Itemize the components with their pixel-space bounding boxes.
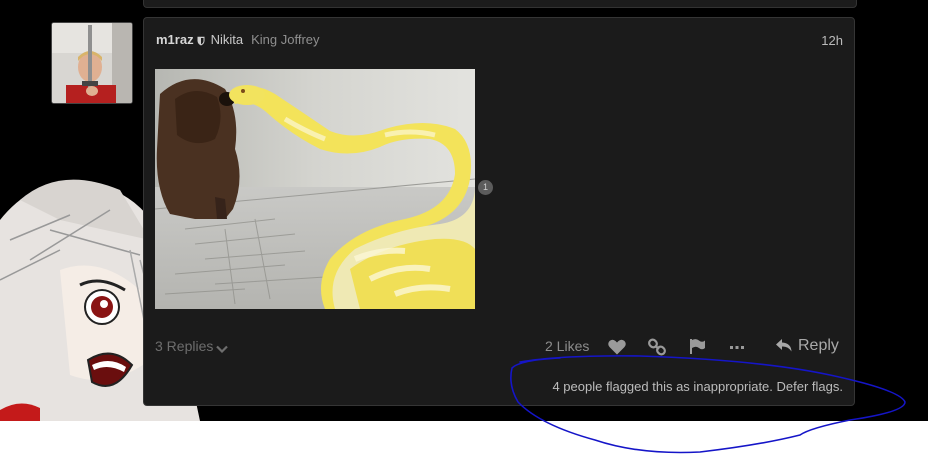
likes-count[interactable]: 2 Likes xyxy=(545,338,589,354)
reply-arrow-icon xyxy=(776,339,792,352)
flag-notice: 4 people flagged this as inappropriate. … xyxy=(552,379,843,394)
post-author-names: m1raz Nikita King Joffrey xyxy=(156,32,320,49)
author-title: King Joffrey xyxy=(251,32,320,47)
replies-toggle[interactable]: 3 Replies xyxy=(155,338,229,354)
page-background: m1raz Nikita King Joffrey 12h 1 3 Replie… xyxy=(0,0,928,421)
reply-label: Reply xyxy=(798,337,839,354)
heart-icon xyxy=(608,339,626,355)
flag-icon xyxy=(690,339,705,354)
flag-button[interactable] xyxy=(686,336,708,358)
post: m1raz Nikita King Joffrey 12h 1 3 Replie… xyxy=(143,17,855,406)
avatar-photo xyxy=(52,23,132,103)
post-timestamp[interactable]: 12h xyxy=(821,33,843,48)
author-full-name[interactable]: Nikita xyxy=(211,32,244,47)
avatar[interactable] xyxy=(51,22,133,104)
ellipsis-icon xyxy=(730,346,744,349)
author-username[interactable]: m1raz xyxy=(156,32,194,47)
share-link-button[interactable] xyxy=(646,336,668,358)
shield-icon xyxy=(197,34,205,49)
post-image[interactable] xyxy=(155,69,475,309)
chevron-down-icon xyxy=(216,345,229,354)
like-button[interactable] xyxy=(606,336,628,358)
reply-button[interactable]: Reply xyxy=(775,337,839,355)
puppy-and-python-photo xyxy=(155,69,475,309)
more-actions-button[interactable] xyxy=(726,336,748,358)
previous-post-edge xyxy=(143,0,857,8)
link-icon xyxy=(648,338,666,356)
link-click-count-badge: 1 xyxy=(478,180,493,195)
replies-label: 3 Replies xyxy=(155,338,214,354)
